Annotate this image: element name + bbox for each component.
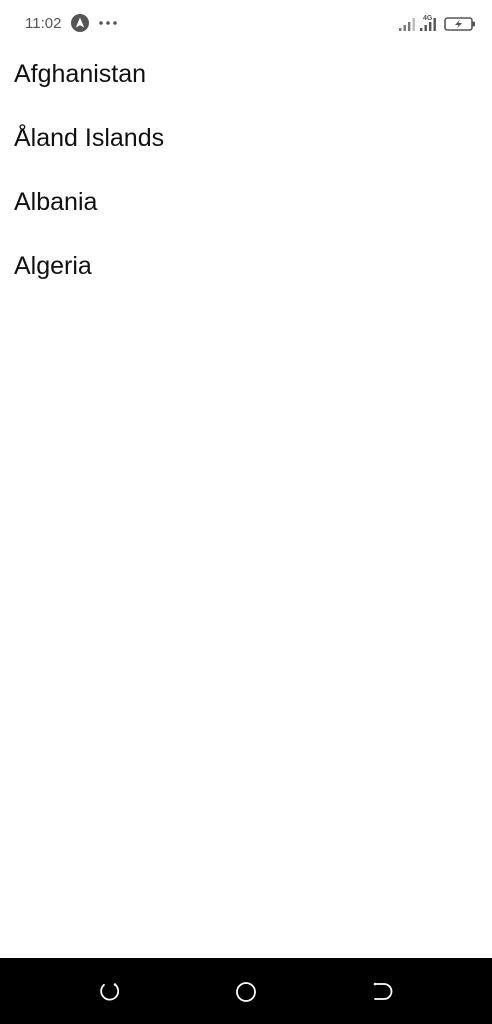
back-icon[interactable] [368, 978, 396, 1006]
more-dots-icon [99, 21, 117, 25]
country-item-algeria[interactable]: Algeria [0, 234, 492, 298]
network-type-label: 4G [423, 15, 433, 22]
battery-charging-icon [444, 17, 475, 31]
cell-signal-4g-icon: 4G [420, 15, 436, 31]
cell-signal-icon [399, 18, 415, 31]
country-item-aland-islands[interactable]: Åland Islands [0, 106, 492, 170]
status-bar: 11:02 4G [0, 0, 492, 48]
navigation-arrow-icon [71, 14, 89, 32]
status-time: 11:02 [25, 15, 62, 32]
country-item-albania[interactable]: Albania [0, 170, 492, 234]
country-list: Afghanistan Åland Islands Albania Algeri… [0, 42, 492, 298]
navigation-bar [0, 958, 492, 1024]
app-screen: 11:02 4G Afghanistan Åland Islands Alban… [0, 0, 492, 1024]
home-circle-icon[interactable] [232, 978, 260, 1006]
recents-icon[interactable] [96, 978, 124, 1006]
country-item-afghanistan[interactable]: Afghanistan [0, 42, 492, 106]
